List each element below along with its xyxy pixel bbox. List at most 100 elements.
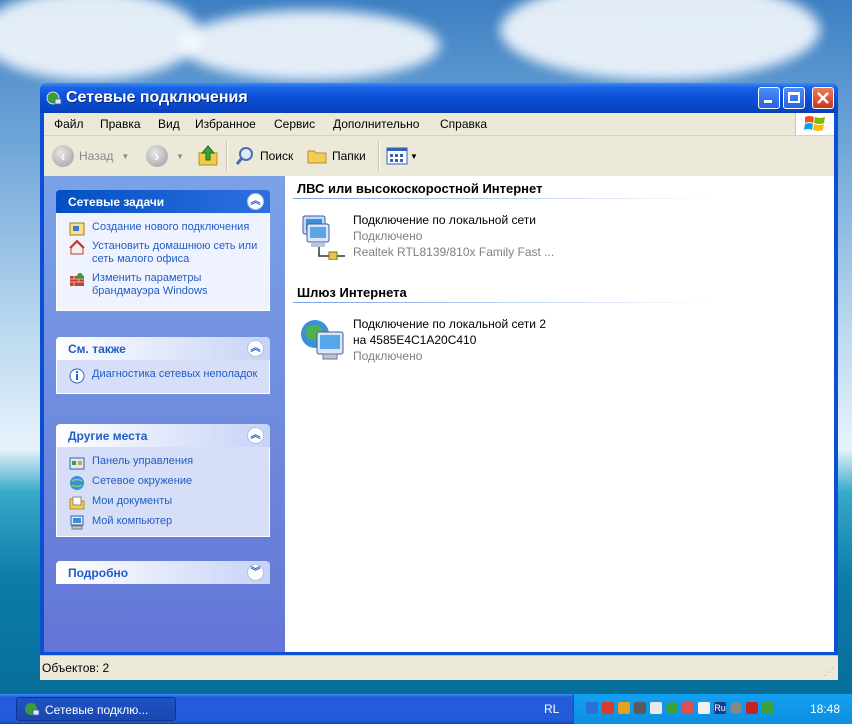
network-places-link[interactable]: Сетевое окружение bbox=[57, 475, 269, 490]
volume-icon[interactable] bbox=[650, 702, 662, 714]
info-icon bbox=[69, 368, 85, 384]
collapse-chevron-icon[interactable]: ︽ bbox=[247, 427, 264, 444]
up-button[interactable] bbox=[196, 144, 220, 168]
language-indicator[interactable]: RL bbox=[544, 702, 559, 716]
other-places-body: Панель управления Сетевое окружение Мои … bbox=[56, 447, 270, 537]
my-documents-text: Мои документы bbox=[92, 495, 173, 507]
chevron-down-icon: ▼ bbox=[121, 151, 130, 161]
lan-connection-text: Подключение по локальной сети Подключено… bbox=[353, 212, 593, 260]
other-places-header[interactable]: Другие места ︽ bbox=[56, 424, 270, 447]
title-bar[interactable]: Сетевые подключения bbox=[40, 83, 838, 113]
details-title: Подробно bbox=[68, 566, 129, 580]
my-documents-link[interactable]: Мои документы bbox=[57, 495, 269, 510]
home-network-link[interactable]: Установить домашнюю сеть или сеть малого… bbox=[57, 240, 269, 266]
status-bar: Объектов: 2 ⋰ bbox=[40, 655, 838, 680]
diagnostics-link[interactable]: Диагностика сетевых неполадок bbox=[57, 368, 269, 384]
tray-app-icon[interactable] bbox=[746, 702, 758, 714]
lan-connection-status: Подключено bbox=[353, 229, 423, 243]
resize-grip-icon[interactable]: ⋰ bbox=[824, 667, 834, 678]
internet-gateway-icon bbox=[301, 320, 344, 360]
group-divider bbox=[293, 198, 713, 199]
expand-chevron-icon[interactable]: ︾ bbox=[247, 564, 264, 581]
new-connection-icon bbox=[69, 222, 85, 236]
object-count: Объектов: 2 bbox=[42, 661, 110, 675]
forward-button[interactable]: › ▼ bbox=[146, 144, 184, 168]
folders-button[interactable]: Папки bbox=[306, 144, 366, 168]
network-connections-window: Сетевые подключения Файл Правка Вид Избр… bbox=[40, 83, 838, 680]
back-button[interactable]: ‹ Назад ▼ bbox=[52, 144, 129, 168]
menu-file[interactable]: Файл bbox=[54, 117, 84, 131]
my-computer-link[interactable]: Мой компьютер bbox=[57, 515, 269, 530]
keyboard-layout-icon[interactable]: Ru bbox=[714, 702, 726, 714]
firewall-icon bbox=[70, 273, 84, 286]
windows-logo bbox=[795, 113, 834, 135]
toolbar: ‹ Назад ▼ › ▼ Поиск Папки ▼ bbox=[44, 136, 834, 177]
search-button[interactable]: Поиск bbox=[234, 144, 293, 168]
gateway-connection-status: Подключено bbox=[353, 349, 423, 363]
collapse-chevron-icon[interactable]: ︽ bbox=[247, 193, 264, 210]
menu-bar: Файл Правка Вид Избранное Сервис Дополни… bbox=[44, 113, 834, 136]
close-button[interactable] bbox=[812, 87, 834, 109]
create-connection-link[interactable]: Создание нового подключения bbox=[57, 221, 269, 236]
minimize-button[interactable] bbox=[758, 87, 780, 109]
home-network-text: Установить домашнюю сеть или сеть малого… bbox=[92, 240, 258, 265]
gateway-connection-host: на 4585E4C1A20C410 bbox=[353, 333, 477, 347]
details-header[interactable]: Подробно ︾ bbox=[56, 561, 270, 584]
collapse-chevron-icon[interactable]: ︽ bbox=[247, 340, 264, 357]
folder-icon bbox=[307, 150, 327, 164]
menu-help[interactable]: Справка bbox=[440, 117, 487, 131]
views-grid-icon bbox=[386, 147, 408, 165]
tray-app-icon[interactable] bbox=[602, 702, 614, 714]
firewall-settings-link[interactable]: Изменить параметры брандмауэра Windows bbox=[57, 272, 269, 298]
search-label: Поиск bbox=[260, 149, 294, 163]
tray-app-icon[interactable] bbox=[634, 702, 646, 714]
folder-up-icon bbox=[198, 145, 218, 166]
see-also-header[interactable]: См. также ︽ bbox=[56, 337, 270, 360]
tray-app-icon[interactable] bbox=[730, 702, 742, 714]
gateway-connection-text: Подключение по локальной сети 2 на 4585E… bbox=[353, 316, 593, 364]
tray-app-icon[interactable] bbox=[762, 702, 774, 714]
taskbar: Сетевые подклю... RL Ru 18:48 bbox=[0, 694, 852, 724]
tray-app-icon[interactable] bbox=[618, 702, 630, 714]
network-tasks-panel: Сетевые задачи ︽ Создание нового подключ… bbox=[56, 190, 270, 311]
cloud bbox=[180, 10, 440, 80]
control-panel-link[interactable]: Панель управления bbox=[57, 455, 269, 470]
cloud bbox=[0, 0, 200, 80]
network-tasks-title: Сетевые задачи bbox=[68, 195, 165, 209]
my-documents-icon bbox=[69, 496, 85, 510]
gateway-connection-name: Подключение по локальной сети 2 bbox=[353, 317, 547, 331]
menu-edit[interactable]: Правка bbox=[100, 117, 141, 131]
tray-app-icon[interactable] bbox=[698, 702, 710, 714]
tray-app-icon[interactable] bbox=[682, 702, 694, 714]
search-icon bbox=[235, 147, 253, 165]
control-panel-icon bbox=[69, 457, 85, 470]
minimize-icon bbox=[764, 100, 772, 103]
forward-arrow-icon: › bbox=[146, 145, 168, 167]
taskbar-window-button[interactable]: Сетевые подклю... bbox=[16, 697, 176, 721]
lan-connection-icon bbox=[302, 215, 345, 260]
lan-connection-name: Подключение по локальной сети bbox=[353, 213, 536, 227]
content-area: Сетевые задачи ︽ Создание нового подключ… bbox=[44, 176, 834, 652]
toolbar-separator bbox=[378, 142, 380, 170]
group-divider bbox=[293, 302, 713, 303]
menu-view[interactable]: Вид bbox=[158, 117, 180, 131]
menu-tools[interactable]: Сервис bbox=[274, 117, 315, 131]
home-network-icon bbox=[69, 240, 85, 255]
menu-favorites[interactable]: Избранное bbox=[195, 117, 256, 131]
tray-network-icon[interactable] bbox=[586, 702, 598, 714]
my-computer-text: Мой компьютер bbox=[92, 515, 173, 527]
firewall-settings-text: Изменить параметры брандмауэра Windows bbox=[92, 272, 208, 297]
tray-app-icon[interactable] bbox=[666, 702, 678, 714]
network-globe-icon bbox=[46, 91, 62, 105]
maximize-button[interactable] bbox=[783, 87, 805, 109]
my-computer-icon bbox=[70, 515, 84, 530]
network-tasks-header[interactable]: Сетевые задачи ︽ bbox=[56, 190, 270, 213]
toolbar-separator bbox=[226, 142, 228, 170]
lan-group-header: ЛВС или высокоскоростной Интернет bbox=[297, 181, 543, 196]
menu-advanced[interactable]: Дополнительно bbox=[333, 117, 419, 131]
clock[interactable]: 18:48 bbox=[810, 702, 840, 716]
back-label: Назад bbox=[79, 149, 114, 163]
cloud bbox=[500, 0, 820, 80]
network-places-text: Сетевое окружение bbox=[92, 475, 193, 487]
views-button[interactable]: ▼ bbox=[386, 144, 418, 168]
